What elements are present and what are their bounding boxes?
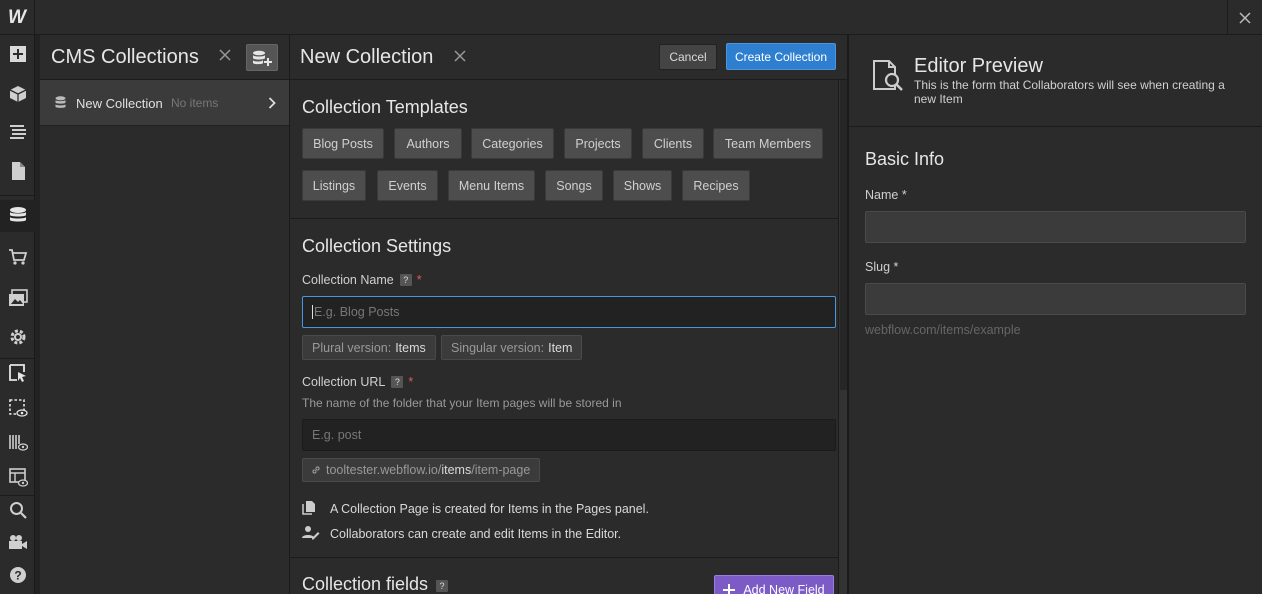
template-team-members[interactable]: Team Members	[713, 128, 823, 159]
collection-list-item[interactable]: New Collection No items	[40, 80, 289, 126]
template-menu-items[interactable]: Menu Items	[448, 170, 535, 201]
plus-icon	[723, 584, 736, 594]
database-icon	[55, 96, 66, 114]
app-window: W ? CMS Collections New Collection No it…	[0, 0, 1262, 594]
template-authors[interactable]: Authors	[394, 128, 462, 159]
audit-icon[interactable]	[0, 426, 35, 458]
preview-name-label: Name *	[865, 188, 907, 202]
info-collection-page: A Collection Page is created for Items i…	[302, 500, 649, 518]
basic-info-title: Basic Info	[865, 149, 945, 169]
collection-url-label: Collection URL? *	[302, 375, 414, 389]
plural-version-pill[interactable]: Plural version: Items	[302, 335, 436, 360]
template-listings[interactable]: Listings	[302, 170, 366, 201]
preview-name-input[interactable]	[865, 211, 1246, 243]
template-recipes[interactable]: Recipes	[682, 170, 750, 201]
collection-count: No items	[171, 96, 219, 110]
collection-url-placeholder: E.g. post	[312, 428, 362, 442]
help-icon[interactable]: ?	[436, 580, 449, 592]
chevron-right-icon	[268, 96, 276, 114]
help-icon[interactable]: ?	[391, 376, 404, 388]
preview-title: Editor Preview	[914, 55, 1043, 77]
cms-icon[interactable]	[0, 200, 35, 232]
collection-name-label: Collection Name? *	[302, 273, 422, 287]
designer-icon[interactable]	[0, 357, 35, 389]
help-icon[interactable]: ?	[0, 559, 35, 591]
close-icon[interactable]	[219, 48, 231, 66]
assets-icon[interactable]	[0, 282, 35, 314]
left-toolbar: ?	[0, 35, 35, 594]
preview-subtitle: This is the form that Collaborators will…	[914, 78, 1225, 106]
template-clients[interactable]: Clients	[642, 128, 704, 159]
add-collection-button[interactable]	[246, 44, 278, 71]
templates-title: Collection Templates	[302, 97, 468, 117]
webflow-logo[interactable]: W	[0, 0, 35, 35]
form-header: New Collection Cancel Create Collection	[290, 35, 847, 80]
pages-icon[interactable]	[0, 155, 35, 187]
templates-section: Collection Templates Blog Posts Authors …	[290, 80, 838, 219]
page-search-icon	[871, 59, 905, 98]
cancel-button[interactable]: Cancel	[659, 44, 717, 70]
form-title: New Collection	[300, 46, 434, 68]
info-collaborators: Collaborators can create and edit Items …	[302, 525, 621, 543]
preview-url: webflow.com/items/example	[865, 323, 1021, 337]
svg-text:?: ?	[14, 569, 21, 583]
settings-section: Collection Settings Collection Name? * E.…	[290, 219, 838, 558]
template-projects[interactable]: Projects	[564, 128, 632, 159]
search-icon[interactable]	[0, 494, 35, 526]
template-blog-posts[interactable]: Blog Posts	[302, 128, 384, 159]
collection-name-placeholder: E.g. Blog Posts	[314, 305, 400, 319]
collection-name-input[interactable]: E.g. Blog Posts	[302, 296, 836, 328]
collection-url-input[interactable]: E.g. post	[302, 419, 836, 451]
video-icon[interactable]	[0, 526, 35, 558]
settings-title: Collection Settings	[302, 236, 452, 256]
cms-collections-panel: CMS Collections New Collection No items	[35, 35, 290, 594]
preview-header: Editor Preview This is the form that Col…	[849, 35, 1262, 127]
editor-preview-panel: Editor Preview This is the form that Col…	[848, 35, 1262, 594]
required-marker: *	[408, 375, 414, 389]
preview-icon[interactable]	[0, 392, 35, 424]
close-icon[interactable]	[454, 49, 466, 67]
singular-version-pill[interactable]: Singular version: Item	[441, 335, 583, 360]
ecommerce-icon[interactable]	[0, 241, 35, 273]
top-bar: W	[0, 0, 1262, 35]
form-scrollbar[interactable]	[838, 80, 847, 594]
settings-icon[interactable]	[0, 321, 35, 353]
collection-name: New Collection	[76, 96, 163, 111]
editor-icon[interactable]	[0, 461, 35, 493]
close-icon[interactable]	[1227, 0, 1262, 35]
link-icon	[312, 466, 320, 474]
navigator-icon[interactable]	[0, 116, 35, 148]
pages-icon	[302, 500, 330, 518]
preview-slug-label: Slug *	[865, 260, 899, 274]
add-new-field-button[interactable]: Add New Field	[714, 575, 834, 594]
cms-header: CMS Collections	[40, 35, 289, 80]
fields-section-title: Collection fields?	[302, 574, 449, 594]
create-collection-button[interactable]: Create Collection	[726, 43, 836, 70]
collection-url-preview[interactable]: tooltester.webflow.io/items/item-page	[302, 458, 541, 482]
user-edit-icon	[302, 525, 330, 543]
preview-slug-input[interactable]	[865, 283, 1246, 315]
new-collection-form: New Collection Cancel Create Collection …	[290, 35, 848, 594]
template-categories[interactable]: Categories	[471, 128, 554, 159]
collection-url-help: The name of the folder that your Item pa…	[302, 396, 622, 410]
required-marker: *	[416, 273, 422, 287]
add-icon[interactable]	[0, 38, 35, 70]
template-songs[interactable]: Songs	[545, 170, 603, 201]
cms-panel-title: CMS Collections	[51, 46, 199, 68]
template-events[interactable]: Events	[377, 170, 438, 201]
template-shows[interactable]: Shows	[613, 170, 672, 201]
help-icon[interactable]: ?	[399, 274, 412, 286]
cube-icon[interactable]	[0, 78, 35, 110]
